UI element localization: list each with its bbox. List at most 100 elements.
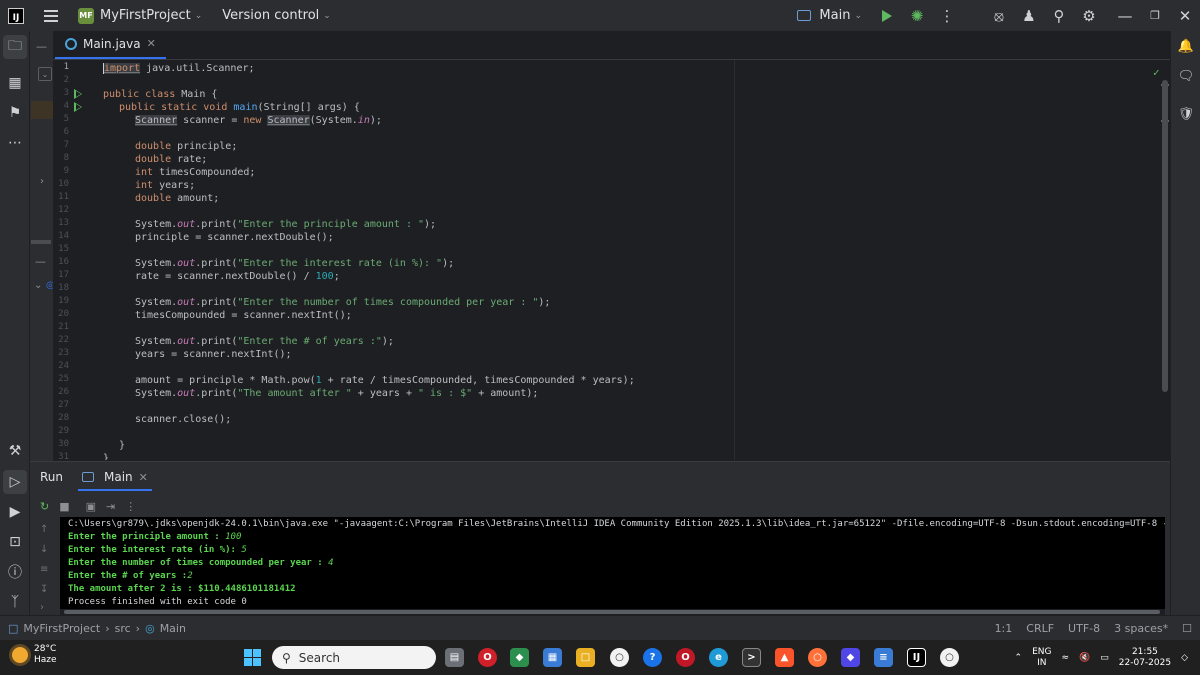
minimize-button[interactable]: —: [1110, 0, 1140, 31]
tree-row-marker: [31, 240, 51, 244]
start-button[interactable]: [244, 649, 261, 666]
code-token: "Enter the principle amount : ": [237, 219, 425, 230]
edge-icon[interactable]: e: [709, 648, 728, 667]
exit-icon[interactable]: ⇥: [106, 500, 115, 513]
chevron-right-icon: ›: [105, 621, 110, 635]
notification-center-icon[interactable]: ◇: [1181, 653, 1188, 663]
more-tools-button[interactable]: ⋯: [3, 131, 27, 155]
selected-tree-row[interactable]: [31, 101, 53, 119]
structure-tool-button[interactable]: ▦: [3, 71, 27, 95]
chevron-down-icon[interactable]: ⌄: [38, 67, 52, 81]
terminal-tool-button[interactable]: ⊡: [3, 530, 27, 554]
code-line: System.out.print("Enter the # of years :…: [135, 335, 394, 348]
breadcrumb-src[interactable]: src: [115, 622, 131, 635]
scroll-to-end-icon[interactable]: ↧: [40, 584, 48, 595]
collapse-icon[interactable]: —: [36, 40, 47, 53]
run-config-selector[interactable]: Main ⌄: [797, 8, 862, 23]
line-separator[interactable]: CRLF: [1026, 622, 1054, 635]
terminal-app-icon[interactable]: >: [742, 648, 761, 667]
run-class-gutter-icon[interactable]: [74, 89, 83, 99]
brave-icon[interactable]: ▲: [775, 648, 794, 667]
battery-icon[interactable]: ▭: [1100, 653, 1109, 663]
chevron-up-icon[interactable]: ⌃: [1015, 653, 1023, 663]
chevron-right-icon[interactable]: ›: [40, 176, 44, 187]
firefox-icon[interactable]: ○: [808, 648, 827, 667]
notifications-button[interactable]: 🔔: [1175, 35, 1197, 57]
run-main-gutter-icon[interactable]: [74, 102, 83, 112]
close-tab-icon[interactable]: ✕: [139, 471, 148, 484]
intellij-taskbar-icon[interactable]: IJ: [907, 648, 926, 667]
rerun-icon[interactable]: ↻: [40, 500, 49, 513]
vcs-menu[interactable]: Version control ⌄: [222, 8, 331, 23]
main-menu-icon[interactable]: [44, 9, 58, 22]
taskbar-search[interactable]: ⚲ Search: [272, 646, 436, 669]
weather-widget[interactable]: 28°C Haze: [12, 644, 57, 666]
opera-icon[interactable]: O: [478, 648, 497, 667]
console-exit-line: Process finished with exit code 0: [68, 597, 247, 607]
run-tool-button[interactable]: ▷: [3, 470, 27, 494]
line-number: 22: [58, 335, 69, 345]
chevron-down-icon[interactable]: ⌄: [34, 280, 42, 291]
chrome-icon[interactable]: ○: [610, 648, 629, 667]
collapse-icon[interactable]: —: [35, 255, 46, 268]
close-window-button[interactable]: ✕: [1170, 0, 1200, 31]
more-actions-button[interactable]: ⋮: [932, 0, 962, 31]
wifi-icon[interactable]: ≈: [1061, 653, 1069, 663]
notepad-icon[interactable]: ≡: [874, 648, 893, 667]
run-button[interactable]: [872, 0, 902, 31]
chrome-icon[interactable]: ○: [940, 648, 959, 667]
search-everywhere-button[interactable]: ⚲: [1044, 0, 1074, 31]
opera-gx-icon[interactable]: O: [676, 648, 695, 667]
project-tool-button[interactable]: 🗀: [3, 35, 27, 59]
app-icon[interactable]: ◆: [841, 648, 860, 667]
editor-tabs: Main.java ✕: [53, 31, 1170, 60]
code-with-me-button[interactable]: ♟: [1014, 0, 1044, 31]
ai-assistant-button[interactable]: ⦻: [984, 0, 1014, 31]
code-editor[interactable]: 1 2 3 4 5 6 7 8 9 10 11 12 13 14 15 16 17 18 19 20 21 22 23 24 2…: [53, 60, 1170, 460]
breadcrumb-project[interactable]: MyFirstProject: [23, 622, 100, 635]
chat-icon: 🗨: [1177, 68, 1195, 84]
task-view-icon[interactable]: ▤: [445, 648, 464, 667]
debug-button[interactable]: ✺: [902, 0, 932, 31]
more-vertical-icon[interactable]: ⋮: [125, 500, 136, 513]
scrollbar-thumb[interactable]: [64, 610, 1160, 614]
file-encoding[interactable]: UTF-8: [1068, 622, 1100, 635]
file-explorer-icon[interactable]: □: [576, 648, 595, 667]
git-tool-button[interactable]: ᛉ: [3, 590, 27, 614]
clock[interactable]: 21:55 22-07-2025: [1119, 647, 1171, 669]
indent-setting[interactable]: 3 spaces*: [1114, 622, 1168, 635]
settings-button[interactable]: ⚙: [1074, 0, 1104, 31]
services-tool-button[interactable]: ▶: [3, 500, 27, 524]
help-icon[interactable]: ?: [643, 648, 662, 667]
camera-icon[interactable]: ▣: [86, 500, 96, 513]
code-quality-button[interactable]: 🛡: [1175, 103, 1197, 125]
no-problems-check-icon[interactable]: ✓: [1153, 66, 1160, 79]
store-icon[interactable]: ▦: [543, 648, 562, 667]
code-token: ;: [333, 271, 340, 282]
problems-tool-button[interactable]: ⓘ: [3, 560, 27, 584]
speaker-muted-icon[interactable]: 🔇: [1079, 653, 1090, 663]
close-tab-icon[interactable]: ✕: [147, 37, 156, 50]
language-indicator[interactable]: ENG IN: [1032, 647, 1051, 669]
project-selector[interactable]: MyFirstProject ⌄: [100, 8, 202, 23]
editor-scrollbar[interactable]: [1162, 80, 1168, 392]
console-output[interactable]: C:\Users\gr879\.jdks\openjdk-24.0.1\bin\…: [60, 517, 1165, 609]
arrow-down-icon[interactable]: ↓: [40, 544, 48, 555]
bookmarks-tool-button[interactable]: ⚑: [3, 101, 27, 125]
soft-wrap-icon[interactable]: ≡: [40, 564, 48, 575]
code-line: System.out.print("Enter the interest rat…: [135, 257, 454, 270]
code-token: System.: [135, 388, 178, 399]
restore-button[interactable]: ❐: [1140, 0, 1170, 31]
arrow-up-icon[interactable]: ↑: [40, 524, 48, 535]
chevron-right-icon: ›: [135, 621, 141, 635]
build-tool-button[interactable]: ⚒: [3, 439, 27, 463]
ai-chat-button[interactable]: 🗨: [1175, 65, 1197, 87]
lock-icon[interactable]: ☐: [1182, 622, 1192, 635]
breadcrumb-file[interactable]: Main: [160, 622, 186, 635]
run-tab-main[interactable]: Main ✕: [78, 465, 152, 491]
chevron-right-icon[interactable]: ›: [40, 602, 44, 613]
app-icon[interactable]: ◆: [510, 648, 529, 667]
tab-main-java[interactable]: Main.java ✕: [55, 30, 166, 59]
stop-icon[interactable]: ■: [59, 500, 69, 513]
cursor-position[interactable]: 1:1: [995, 622, 1013, 635]
